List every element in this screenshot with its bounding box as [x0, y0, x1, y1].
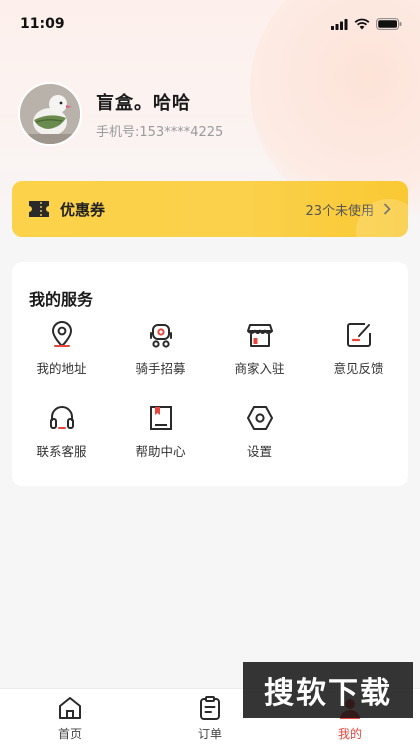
username: 盲盒。哈哈 [96, 92, 191, 114]
tab-label: 我的 [337, 727, 362, 741]
service-label: 联系客服 [36, 444, 87, 459]
service-feedback[interactable]: 意见反馈 [309, 320, 408, 377]
location-pin-icon [47, 320, 77, 350]
services-card: 我的服务 我的地址 骑手招募 商家入驻 意见反馈 联系客服 帮助中心 设置 [12, 262, 408, 486]
store-icon [245, 320, 275, 350]
status-time: 11:09 [20, 16, 65, 32]
avatar[interactable] [18, 82, 82, 146]
services-title: 我的服务 [29, 290, 94, 309]
watermark-text: 搜软下载 [264, 676, 392, 711]
profile-section[interactable]: 盲盒。哈哈 手机号:153****4225 [18, 82, 223, 146]
wifi-icon [354, 18, 370, 30]
service-label: 商家入驻 [234, 361, 285, 376]
status-icons [331, 18, 402, 30]
coupon-banner[interactable]: 优惠券 23个未使用 [12, 181, 408, 237]
service-label: 我的地址 [36, 361, 87, 376]
home-icon [57, 695, 83, 721]
order-clipboard-icon [197, 695, 223, 721]
tab-label: 订单 [197, 727, 222, 741]
service-rider-recruit[interactable]: 骑手招募 [111, 320, 210, 377]
settings-hexagon-icon [245, 403, 275, 433]
service-label: 骑手招募 [135, 361, 186, 376]
signal-icon [331, 18, 348, 30]
service-help-center[interactable]: 帮助中心 [111, 403, 210, 460]
service-label: 设置 [246, 444, 272, 459]
service-settings[interactable]: 设置 [210, 403, 309, 460]
tab-label: 首页 [57, 727, 82, 741]
coupon-ticket-icon [29, 201, 49, 217]
watermark-overlay: 搜软下载 [243, 662, 413, 718]
avatar-image-icon [20, 84, 80, 144]
battery-icon [376, 18, 402, 30]
phone-number: 手机号:153****4225 [96, 124, 224, 140]
service-my-address[interactable]: 我的地址 [12, 320, 111, 377]
service-label: 意见反馈 [333, 361, 384, 376]
headset-icon [47, 403, 77, 433]
rider-scooter-icon [146, 320, 176, 350]
tab-home[interactable]: 首页 [0, 689, 140, 746]
services-grid: 我的地址 骑手招募 商家入驻 意见反馈 联系客服 帮助中心 设置 [12, 320, 408, 460]
help-book-icon [146, 403, 176, 433]
feedback-edit-icon [344, 320, 374, 350]
service-merchant-join[interactable]: 商家入驻 [210, 320, 309, 377]
service-contact-support[interactable]: 联系客服 [12, 403, 111, 460]
coupon-title: 优惠券 [60, 200, 106, 219]
status-bar: 11:09 [0, 0, 420, 48]
service-label: 帮助中心 [135, 444, 186, 459]
